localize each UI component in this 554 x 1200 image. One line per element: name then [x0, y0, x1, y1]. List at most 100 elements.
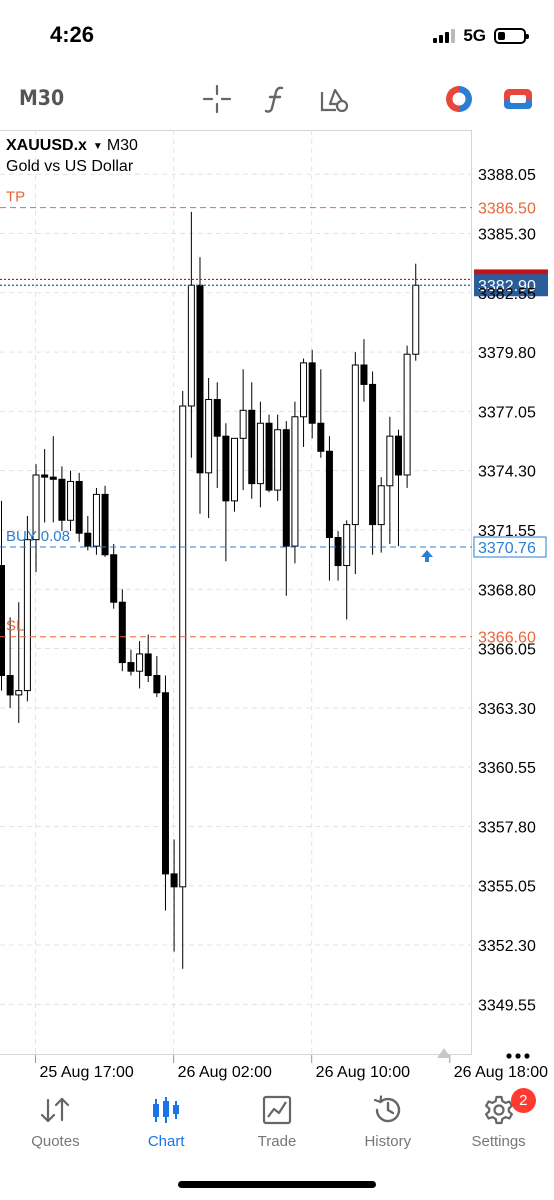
- candle-body: [231, 437, 239, 502]
- candles-layer: [0, 211, 420, 969]
- nav-trade[interactable]: Trade: [222, 1085, 333, 1155]
- price-tick-label: 3382.55: [478, 286, 536, 303]
- nav-label-quotes: Quotes: [31, 1133, 80, 1150]
- candle: [308, 349, 316, 439]
- candle: [360, 339, 368, 402]
- candle-body: [15, 690, 23, 696]
- chart-area[interactable]: TP 3386.50 BUY 0.08 3370.76 SL 3366.60 3382.90…: [0, 130, 554, 1085]
- candle: [394, 429, 402, 547]
- candle: [118, 589, 126, 672]
- price-tick-label: 3388.05: [478, 167, 536, 184]
- candle: [84, 515, 92, 551]
- candle-body: [110, 554, 118, 603]
- candle: [179, 390, 187, 969]
- objects-icon[interactable]: [318, 82, 352, 116]
- candle-body: [187, 284, 195, 407]
- chart-toolbar: M30: [0, 70, 554, 126]
- candle-body: [127, 662, 135, 672]
- battery-icon: [494, 28, 529, 44]
- candle: [403, 345, 411, 488]
- window-toggle-icon[interactable]: [501, 82, 535, 116]
- candle-body: [6, 675, 14, 696]
- candle: [213, 382, 221, 488]
- time-tick-label: 26 Aug 10:00: [316, 1064, 410, 1081]
- symbol-timeframe: M30: [106, 137, 138, 154]
- scroll-to-end-icon[interactable]: [436, 1047, 452, 1059]
- candle: [325, 436, 333, 581]
- candle-body: [369, 383, 377, 526]
- candle-body: [0, 565, 5, 677]
- network-type: 5G: [463, 26, 486, 45]
- candle-body: [84, 532, 92, 547]
- candle: [351, 352, 359, 575]
- candle: [256, 401, 264, 508]
- candle: [291, 401, 299, 564]
- price-tick-label: 3368.80: [478, 582, 536, 599]
- nav-quotes[interactable]: Quotes: [0, 1085, 111, 1155]
- candle-body: [325, 450, 333, 539]
- candle-body: [213, 399, 221, 437]
- candle-body: [351, 364, 359, 526]
- nav-label-history: History: [364, 1133, 412, 1150]
- candle-body: [412, 284, 420, 355]
- candle-body: [222, 435, 230, 502]
- candle-body: [308, 362, 316, 424]
- home-indicator: [178, 1181, 376, 1188]
- nav-label-chart: Chart: [147, 1133, 185, 1150]
- candle: [231, 437, 239, 512]
- candle-body: [196, 284, 204, 474]
- chart-grid: [0, 130, 472, 1055]
- one-click-trading-icon[interactable]: [442, 82, 476, 116]
- price-tick-label: 3352.30: [478, 938, 536, 955]
- candle: [58, 466, 66, 532]
- price-tick-label: 3385.30: [478, 226, 536, 243]
- candle-body: [256, 422, 264, 485]
- candle: [196, 257, 204, 514]
- candle: [92, 487, 100, 555]
- nav-chart[interactable]: Chart: [111, 1085, 222, 1155]
- crosshair-icon[interactable]: [200, 82, 234, 116]
- candle: [153, 656, 161, 698]
- notification-badge: 2: [510, 1088, 536, 1113]
- time-axis: 25 Aug 17:00 26 Aug 02:00 26 Aug 10:00 26 A…: [35, 1055, 548, 1081]
- candle-body: [334, 537, 342, 567]
- candle-body: [265, 422, 273, 491]
- candle-body: [58, 478, 66, 521]
- candle-body: [179, 405, 187, 888]
- candle: [101, 485, 109, 557]
- candle-body: [386, 435, 394, 487]
- candle: [222, 423, 230, 562]
- candle: [127, 649, 135, 676]
- symbol-header[interactable]: XAUUSD.x ▼ M30: [6, 137, 138, 155]
- candle-body: [403, 353, 411, 476]
- candle-body: [75, 480, 83, 534]
- function-icon[interactable]: [259, 82, 293, 116]
- candlestick-chart-icon: [149, 1093, 183, 1127]
- candle: [282, 421, 290, 596]
- timeframe-button[interactable]: M30: [19, 86, 64, 110]
- status-time: 4:26: [50, 22, 95, 47]
- buy-entry-arrow-icon: [421, 550, 433, 563]
- trade-chart-icon: [260, 1093, 294, 1127]
- candle: [170, 839, 178, 952]
- history-clock-icon: [371, 1093, 405, 1127]
- more-options-icon[interactable]: [503, 1046, 543, 1066]
- candle-body: [300, 362, 308, 418]
- time-tick-label: 26 Aug 18:00: [454, 1064, 548, 1081]
- candle-body: [144, 653, 152, 677]
- candle-body: [136, 653, 144, 672]
- candlestick-chart[interactable]: TP3386.50BUY 0.083370.76SL3366.603382.90…: [0, 130, 554, 1085]
- candle: [205, 377, 213, 519]
- candle-body: [239, 409, 247, 439]
- price-tick-label: 3374.30: [478, 464, 536, 481]
- nav-history[interactable]: History: [332, 1085, 443, 1155]
- order-lines-layer: TP3386.50BUY 0.083370.76SL3366.603382.90: [0, 189, 548, 647]
- candle: [75, 472, 83, 542]
- tp-label: TP: [6, 189, 25, 206]
- price-tick-label: 3379.80: [478, 345, 536, 362]
- symbol-description: Gold vs US Dollar: [6, 158, 134, 175]
- candle: [386, 416, 394, 544]
- nav-settings[interactable]: Settings 2: [443, 1085, 554, 1155]
- status-indicators: 5G: [433, 26, 529, 46]
- signal-strength-icon: [433, 29, 456, 43]
